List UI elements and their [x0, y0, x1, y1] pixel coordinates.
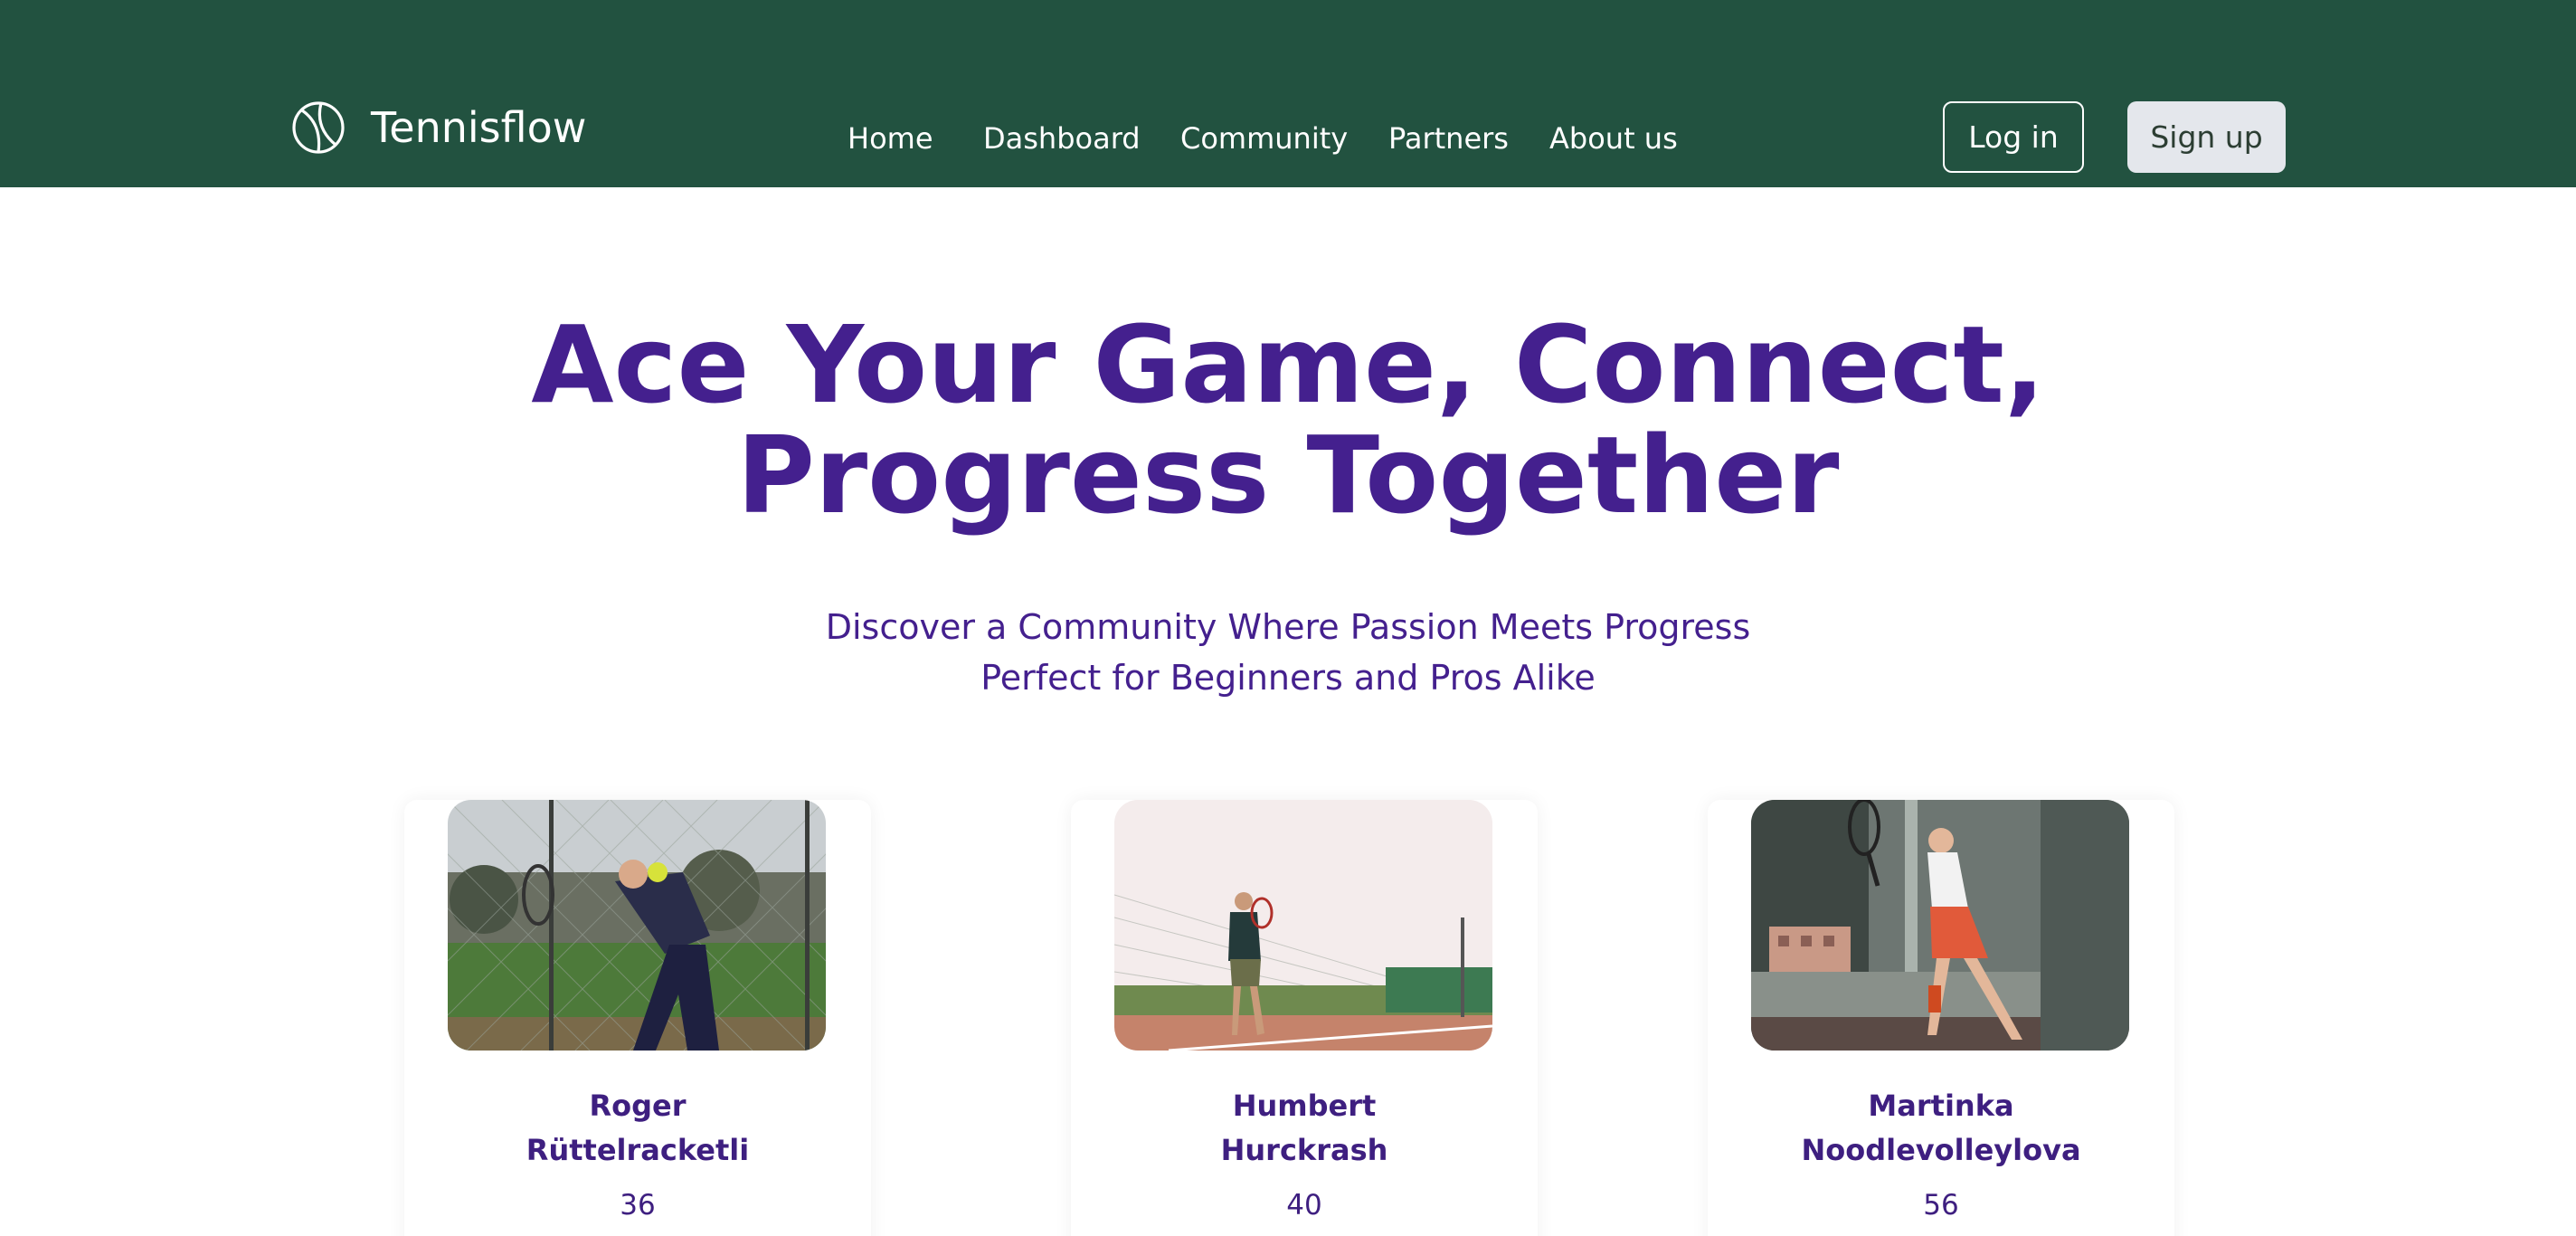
player-card[interactable]: Martinka Noodlevolleylova 56	[1708, 800, 2174, 1236]
nav-dashboard[interactable]: Dashboard	[983, 118, 1141, 159]
player-first-name: Roger	[589, 1089, 687, 1123]
hero-subtitle: Discover a Community Where Passion Meets…	[0, 602, 2576, 703]
nav-partners[interactable]: Partners	[1388, 118, 1509, 159]
navbar: Tennisflow Home Dashboard Community Part…	[0, 0, 2576, 187]
player-last-name: Hurckrash	[1220, 1133, 1388, 1167]
hero-subtitle-line-2: Perfect for Beginners and Pros Alike	[980, 658, 1596, 698]
player-card[interactable]: Humbert Hurckrash 40	[1071, 800, 1538, 1236]
player-last-name: Noodlevolleylova	[1801, 1133, 2081, 1167]
hero-title-line-1: Ace Your Game, Connect,	[531, 302, 2045, 427]
player-age: 40	[1286, 1189, 1322, 1222]
player-name: Humbert Hurckrash	[1071, 1084, 1538, 1173]
player-photo	[1751, 800, 2129, 1051]
player-name: Martinka Noodlevolleylova	[1708, 1084, 2174, 1173]
login-button[interactable]: Log in	[1943, 101, 2084, 173]
hero-title: Ace Your Game, Connect, Progress Togethe…	[0, 309, 2576, 530]
player-card[interactable]: Roger Rüttelracketli 36	[404, 800, 871, 1236]
signup-button[interactable]: Sign up	[2127, 101, 2286, 173]
player-first-name: Martinka	[1868, 1089, 2014, 1123]
player-name: Roger Rüttelracketli	[404, 1084, 871, 1173]
nav-about-us[interactable]: About us	[1549, 118, 1678, 159]
player-age: 36	[620, 1189, 656, 1222]
hero-subtitle-line-1: Discover a Community Where Passion Meets…	[825, 607, 1751, 647]
player-last-name: Rüttelracketli	[526, 1133, 750, 1167]
player-first-name: Humbert	[1232, 1089, 1377, 1123]
player-photo	[1114, 800, 1492, 1051]
nav-community[interactable]: Community	[1180, 118, 1348, 159]
hero-title-line-2: Progress Together	[736, 413, 1840, 537]
player-photo	[448, 800, 826, 1051]
player-age: 56	[1923, 1189, 1959, 1222]
nav-home[interactable]: Home	[848, 118, 933, 159]
